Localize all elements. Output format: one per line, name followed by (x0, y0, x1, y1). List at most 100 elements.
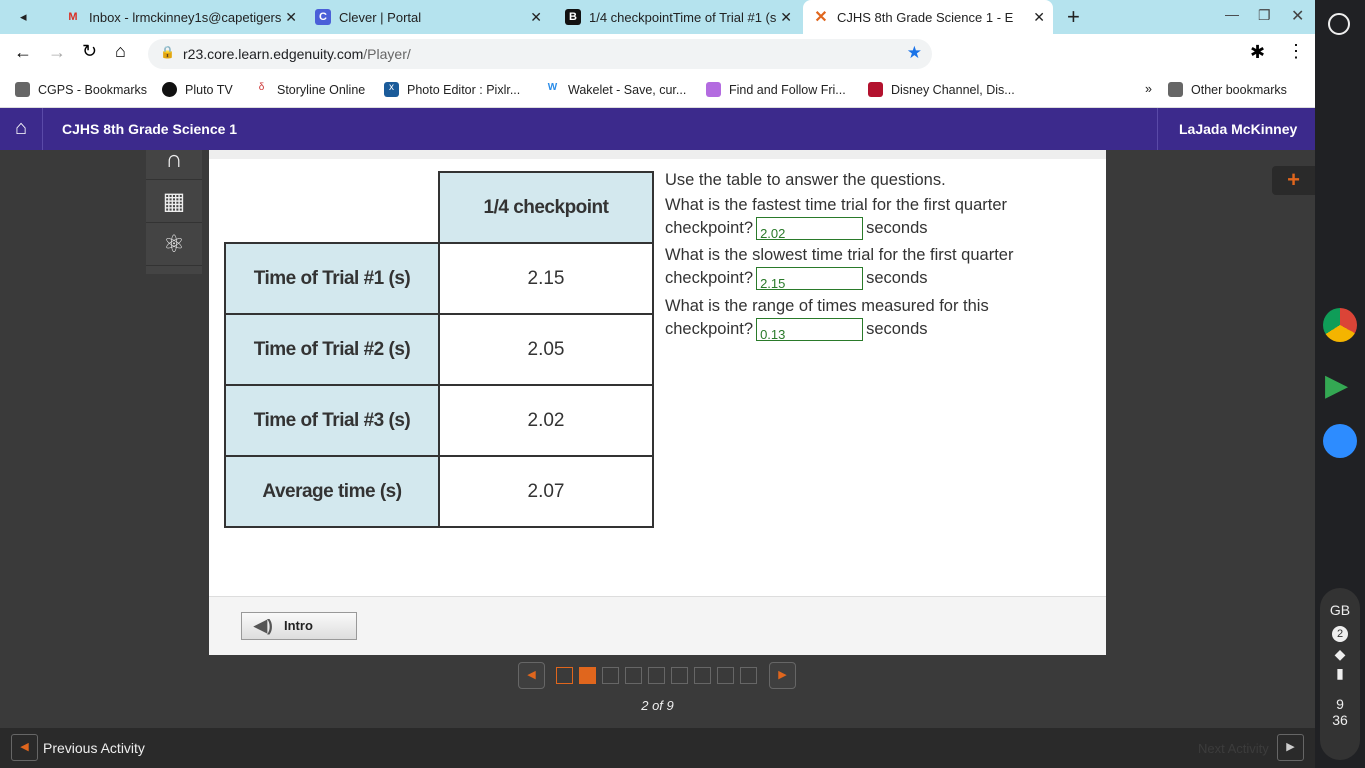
bookmark-label: Other bookmarks (1191, 82, 1287, 97)
bookmark-pixlr[interactable]: x Photo Editor : Pixlr... (384, 82, 520, 97)
headphones-icon[interactable]: ∩ (146, 148, 202, 180)
question-text: What is the range of times measured for … (665, 297, 989, 315)
tab-muted[interactable]: ◂ (10, 0, 50, 34)
tab-gmail[interactable]: M Inbox - lrmckinney1s@capetigers ✕ (55, 0, 305, 34)
bookmark-star-icon[interactable]: ★ (907, 43, 922, 63)
tab-edgenuity[interactable]: ✕ CJHS 8th Grade Science 1 - E ✕ (803, 0, 1053, 34)
bookmark-label: Find and Follow Fri... (729, 82, 846, 97)
page-indicator: 2 of 9 (641, 698, 674, 713)
bookmark-wakelet[interactable]: W Wakelet - Save, cur... (545, 82, 687, 97)
status-tray[interactable]: GB 2 ◆ ▮ 9 36 (1320, 588, 1360, 760)
edgenuity-icon: ✕ (814, 9, 828, 26)
data-table: 1/4 checkpoint Time of Trial #1 (s) 2.15 … (224, 171, 654, 528)
find-icon (706, 82, 721, 97)
speaker-icon: ◀) (254, 616, 273, 635)
pluto-icon (162, 82, 177, 97)
answer-input-3[interactable]: 0.13 (756, 318, 864, 342)
other-bookmarks[interactable]: Other bookmarks (1168, 82, 1287, 97)
tab-title: 1/4 checkpointTime of Trial #1 (s (589, 9, 777, 25)
clock-minute: 36 (1332, 712, 1348, 728)
play-store-icon[interactable]: ▶ (1325, 368, 1348, 403)
address-bar[interactable]: 🔒 r23.core.learn.edgenuity.com/Player/ ★ (148, 39, 932, 69)
row-label: Time of Trial #2 (s) (224, 313, 440, 386)
close-icon[interactable]: ✕ (285, 9, 297, 26)
page-square-5[interactable] (648, 667, 665, 684)
row-label: Average time (s) (224, 455, 440, 528)
user-name[interactable]: LaJada McKinney (1157, 108, 1315, 150)
back-icon[interactable]: ← (14, 42, 32, 63)
page-square-1[interactable] (556, 667, 573, 684)
instructions: Use the table to answer the questions. (665, 171, 946, 189)
page-square-3[interactable] (602, 667, 619, 684)
restore-button[interactable]: ❐ (1258, 7, 1271, 24)
bookmark-pluto[interactable]: Pluto TV (162, 82, 233, 97)
wifi-icon: ◆ (1334, 646, 1346, 662)
previous-activity-icon[interactable]: ◀ (11, 734, 38, 761)
answer-input-2[interactable]: 2.15 (756, 267, 864, 291)
bookmark-cgps[interactable]: CGPS - Bookmarks (15, 82, 147, 97)
next-page-button[interactable]: ▶ (769, 662, 796, 689)
cell-value: 2.15 (438, 242, 654, 315)
cell-value: 2.07 (438, 455, 654, 528)
table-row: Time of Trial #3 (s) 2.02 (224, 384, 654, 457)
empty-cell (225, 172, 439, 243)
page-square-8[interactable] (717, 667, 734, 684)
menu-icon[interactable]: ⋮ (1287, 41, 1305, 62)
tab-clever[interactable]: C Clever | Portal ✕ (305, 0, 550, 34)
brainly-icon: B (565, 9, 581, 25)
table-row: Average time (s) 2.07 (224, 455, 654, 528)
question-3: What is the range of times measured for … (665, 295, 989, 342)
bookmark-label: Wakelet - Save, cur... (568, 82, 687, 97)
language-indicator: GB (1329, 602, 1351, 618)
intro-label: Intro (284, 618, 313, 633)
question-text: checkpoint? (665, 320, 754, 338)
bookmark-find[interactable]: Find and Follow Fri... (706, 82, 846, 97)
launcher-icon[interactable] (1328, 13, 1350, 35)
clever-icon: C (315, 9, 331, 25)
page-square-9[interactable] (740, 667, 757, 684)
new-tab-button[interactable]: + (1067, 4, 1080, 30)
course-title: CJHS 8th Grade Science 1 (62, 121, 238, 137)
bookmark-label: Pluto TV (185, 82, 233, 97)
home-icon[interactable]: ⌂ (115, 41, 126, 62)
close-icon[interactable]: ✕ (530, 9, 542, 26)
bookmark-disney[interactable]: Disney Channel, Dis... (868, 82, 1015, 97)
chrome-icon[interactable] (1323, 308, 1357, 342)
folder-icon (15, 82, 30, 97)
tab-checkpoint[interactable]: B 1/4 checkpointTime of Trial #1 (s ✕ (555, 0, 800, 34)
question-1: What is the fastest time trial for the f… (665, 194, 1007, 241)
home-icon[interactable]: ⌂ (0, 108, 43, 150)
answer-input-1[interactable]: 2.02 (756, 217, 864, 241)
gmail-icon: M (68, 11, 78, 23)
tab-title: Clever | Portal (339, 9, 422, 25)
forward-icon[interactable]: → (48, 42, 66, 63)
question-text: checkpoint? (665, 219, 754, 237)
page-square-6[interactable] (671, 667, 688, 684)
page-square-7[interactable] (694, 667, 711, 684)
intro-button[interactable]: ◀) Intro (241, 612, 357, 640)
url-path: /Player/ (363, 46, 411, 62)
folder-icon (1168, 82, 1183, 97)
next-activity-link[interactable]: Next Activity (1198, 741, 1269, 756)
page-square-2[interactable] (579, 667, 596, 684)
prev-page-button[interactable]: ◀ (518, 662, 545, 689)
cell-value: 2.02 (438, 384, 654, 457)
expand-plus-button[interactable]: + (1272, 166, 1315, 195)
close-window-button[interactable]: ✕ (1291, 6, 1304, 26)
more-bookmarks[interactable]: » (1145, 82, 1152, 96)
close-icon[interactable]: ✕ (780, 9, 792, 26)
bookmark-label: Disney Channel, Dis... (891, 82, 1015, 97)
reload-icon[interactable]: ↻ (82, 41, 97, 62)
close-icon[interactable]: ✕ (1033, 9, 1045, 26)
next-activity-icon[interactable]: ▶ (1277, 734, 1304, 761)
bookmark-storyline[interactable]: δ Storyline Online (254, 82, 366, 97)
extensions-icon[interactable]: ✱ (1250, 42, 1265, 63)
speaker-icon: ◂ (20, 9, 27, 24)
zoom-icon[interactable] (1323, 424, 1357, 458)
page-square-4[interactable] (625, 667, 642, 684)
previous-activity-link[interactable]: Previous Activity (43, 740, 145, 756)
atom-icon[interactable]: ⚛ (146, 223, 202, 266)
calculator-icon[interactable]: ▦ (146, 180, 202, 223)
minimize-button[interactable]: — (1225, 6, 1239, 22)
lock-icon: 🔒 (160, 45, 175, 59)
